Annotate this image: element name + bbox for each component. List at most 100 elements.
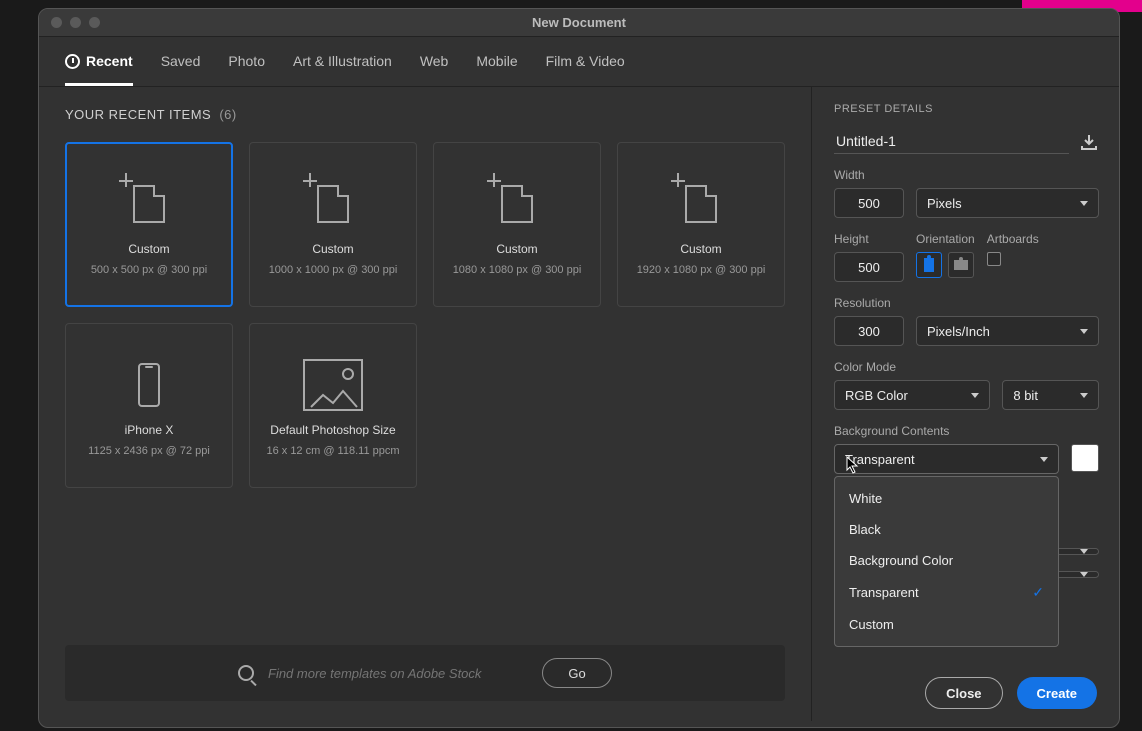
create-button[interactable]: Create (1017, 677, 1097, 709)
chevron-down-icon (971, 393, 979, 398)
preset-dimensions: 1000 x 1000 px @ 300 ppi (269, 264, 398, 276)
document-icon (303, 174, 363, 234)
preset-details-panel: PRESET DETAILS Width Pixels Height (812, 87, 1120, 721)
presets-grid: Custom 500 x 500 px @ 300 ppi Custom 100… (65, 142, 785, 488)
orientation-label: Orientation (916, 232, 975, 246)
resolution-unit-value: Pixels/Inch (927, 324, 990, 339)
chevron-down-icon (1080, 549, 1088, 554)
minimize-window-icon[interactable] (70, 17, 81, 28)
traffic-lights (39, 17, 100, 28)
template-search-bar: Go (65, 645, 785, 701)
document-icon (119, 174, 179, 234)
window-title: New Document (532, 15, 626, 30)
preset-card[interactable]: Custom 500 x 500 px @ 300 ppi (65, 142, 233, 307)
tab-label: Saved (161, 53, 201, 69)
image-icon (303, 355, 363, 415)
preset-name: Custom (128, 242, 169, 256)
dropdown-option-background-color[interactable]: Background Color (835, 545, 1058, 576)
tab-film-video[interactable]: Film & Video (546, 53, 625, 86)
tab-mobile[interactable]: Mobile (476, 53, 517, 86)
preset-dimensions: 1080 x 1080 px @ 300 ppi (453, 264, 582, 276)
background-contents-label: Background Contents (834, 424, 1099, 438)
chevron-down-icon (1080, 572, 1088, 577)
preset-name: Default Photoshop Size (270, 423, 395, 437)
preset-card[interactable]: Custom 1920 x 1080 px @ 300 ppi (617, 142, 785, 307)
preset-name: Custom (496, 242, 537, 256)
go-button[interactable]: Go (542, 658, 612, 688)
tab-photo[interactable]: Photo (228, 53, 265, 86)
check-icon: ✓ (1032, 584, 1044, 601)
new-document-dialog: New Document Recent Saved Photo Art & Il… (38, 8, 1120, 728)
tab-label: Film & Video (546, 53, 625, 69)
close-window-icon[interactable] (51, 17, 62, 28)
preset-dimensions: 1125 x 2436 px @ 72 ppi (88, 445, 210, 457)
color-mode-select[interactable]: RGB Color (834, 380, 990, 410)
resolution-label: Resolution (834, 296, 1099, 310)
document-icon (671, 174, 731, 234)
clock-icon (65, 54, 80, 69)
preset-card[interactable]: iPhone X 1125 x 2436 px @ 72 ppi (65, 323, 233, 488)
background-dropdown-menu: White Black Background Color Transparent… (834, 476, 1059, 647)
tab-label: Recent (86, 53, 133, 69)
recent-header-text: YOUR RECENT ITEMS (65, 107, 211, 122)
height-input[interactable] (834, 252, 904, 282)
dialog-footer: Close Create (925, 677, 1097, 709)
background-contents-select[interactable]: Transparent (834, 444, 1059, 474)
tab-web[interactable]: Web (420, 53, 449, 86)
preset-card[interactable]: Default Photoshop Size 16 x 12 cm @ 118.… (249, 323, 417, 488)
preset-dimensions: 1920 x 1080 px @ 300 ppi (637, 264, 766, 276)
tab-art-illustration[interactable]: Art & Illustration (293, 53, 392, 86)
dropdown-option-transparent[interactable]: Transparent✓ (835, 576, 1058, 609)
preset-card[interactable]: Custom 1080 x 1080 px @ 300 ppi (433, 142, 601, 307)
presets-panel: YOUR RECENT ITEMS (6) Custom 500 x 500 p… (39, 87, 812, 721)
recent-count: (6) (219, 107, 236, 122)
zoom-window-icon[interactable] (89, 17, 100, 28)
unit-value: Pixels (927, 196, 962, 211)
import-preset-icon[interactable] (1079, 132, 1099, 152)
search-icon (238, 665, 254, 681)
tab-label: Web (420, 53, 449, 69)
document-icon (487, 174, 547, 234)
chevron-down-icon (1080, 393, 1088, 398)
preset-name: Custom (680, 242, 721, 256)
dropdown-option-black[interactable]: Black (835, 514, 1058, 545)
artboards-label: Artboards (987, 232, 1039, 246)
preset-name: iPhone X (125, 423, 174, 437)
search-input[interactable] (268, 666, 528, 681)
bit-depth-value: 8 bit (1013, 388, 1038, 403)
dropdown-option-custom[interactable]: Custom (835, 609, 1058, 640)
width-input[interactable] (834, 188, 904, 218)
tab-label: Photo (228, 53, 265, 69)
chevron-down-icon (1080, 329, 1088, 334)
preset-details-header: PRESET DETAILS (834, 103, 1099, 115)
resolution-input[interactable] (834, 316, 904, 346)
dropdown-option-white[interactable]: White (835, 483, 1058, 514)
resolution-unit-select[interactable]: Pixels/Inch (916, 316, 1099, 346)
bit-depth-select[interactable]: 8 bit (1002, 380, 1099, 410)
background-color-swatch[interactable] (1071, 444, 1099, 472)
recent-items-header: YOUR RECENT ITEMS (6) (65, 107, 785, 122)
tab-saved[interactable]: Saved (161, 53, 201, 86)
close-button[interactable]: Close (925, 677, 1002, 709)
category-tabs: Recent Saved Photo Art & Illustration We… (39, 37, 1119, 87)
document-name-input[interactable] (834, 129, 1069, 154)
width-label: Width (834, 168, 1099, 182)
orientation-portrait[interactable] (916, 252, 942, 278)
titlebar: New Document (39, 9, 1119, 37)
preset-dimensions: 16 x 12 cm @ 118.11 ppcm (266, 445, 399, 457)
orientation-landscape[interactable] (948, 252, 974, 278)
tab-label: Mobile (476, 53, 517, 69)
preset-card[interactable]: Custom 1000 x 1000 px @ 300 ppi (249, 142, 417, 307)
color-mode-label: Color Mode (834, 360, 1099, 374)
preset-name: Custom (312, 242, 353, 256)
artboards-checkbox[interactable] (987, 252, 1001, 266)
chevron-down-icon (1040, 457, 1048, 462)
background-value: Transparent (845, 452, 915, 467)
height-label: Height (834, 232, 904, 246)
unit-select[interactable]: Pixels (916, 188, 1099, 218)
phone-icon (119, 355, 179, 415)
tab-label: Art & Illustration (293, 53, 392, 69)
chevron-down-icon (1080, 201, 1088, 206)
preset-dimensions: 500 x 500 px @ 300 ppi (91, 264, 207, 276)
tab-recent[interactable]: Recent (65, 53, 133, 86)
